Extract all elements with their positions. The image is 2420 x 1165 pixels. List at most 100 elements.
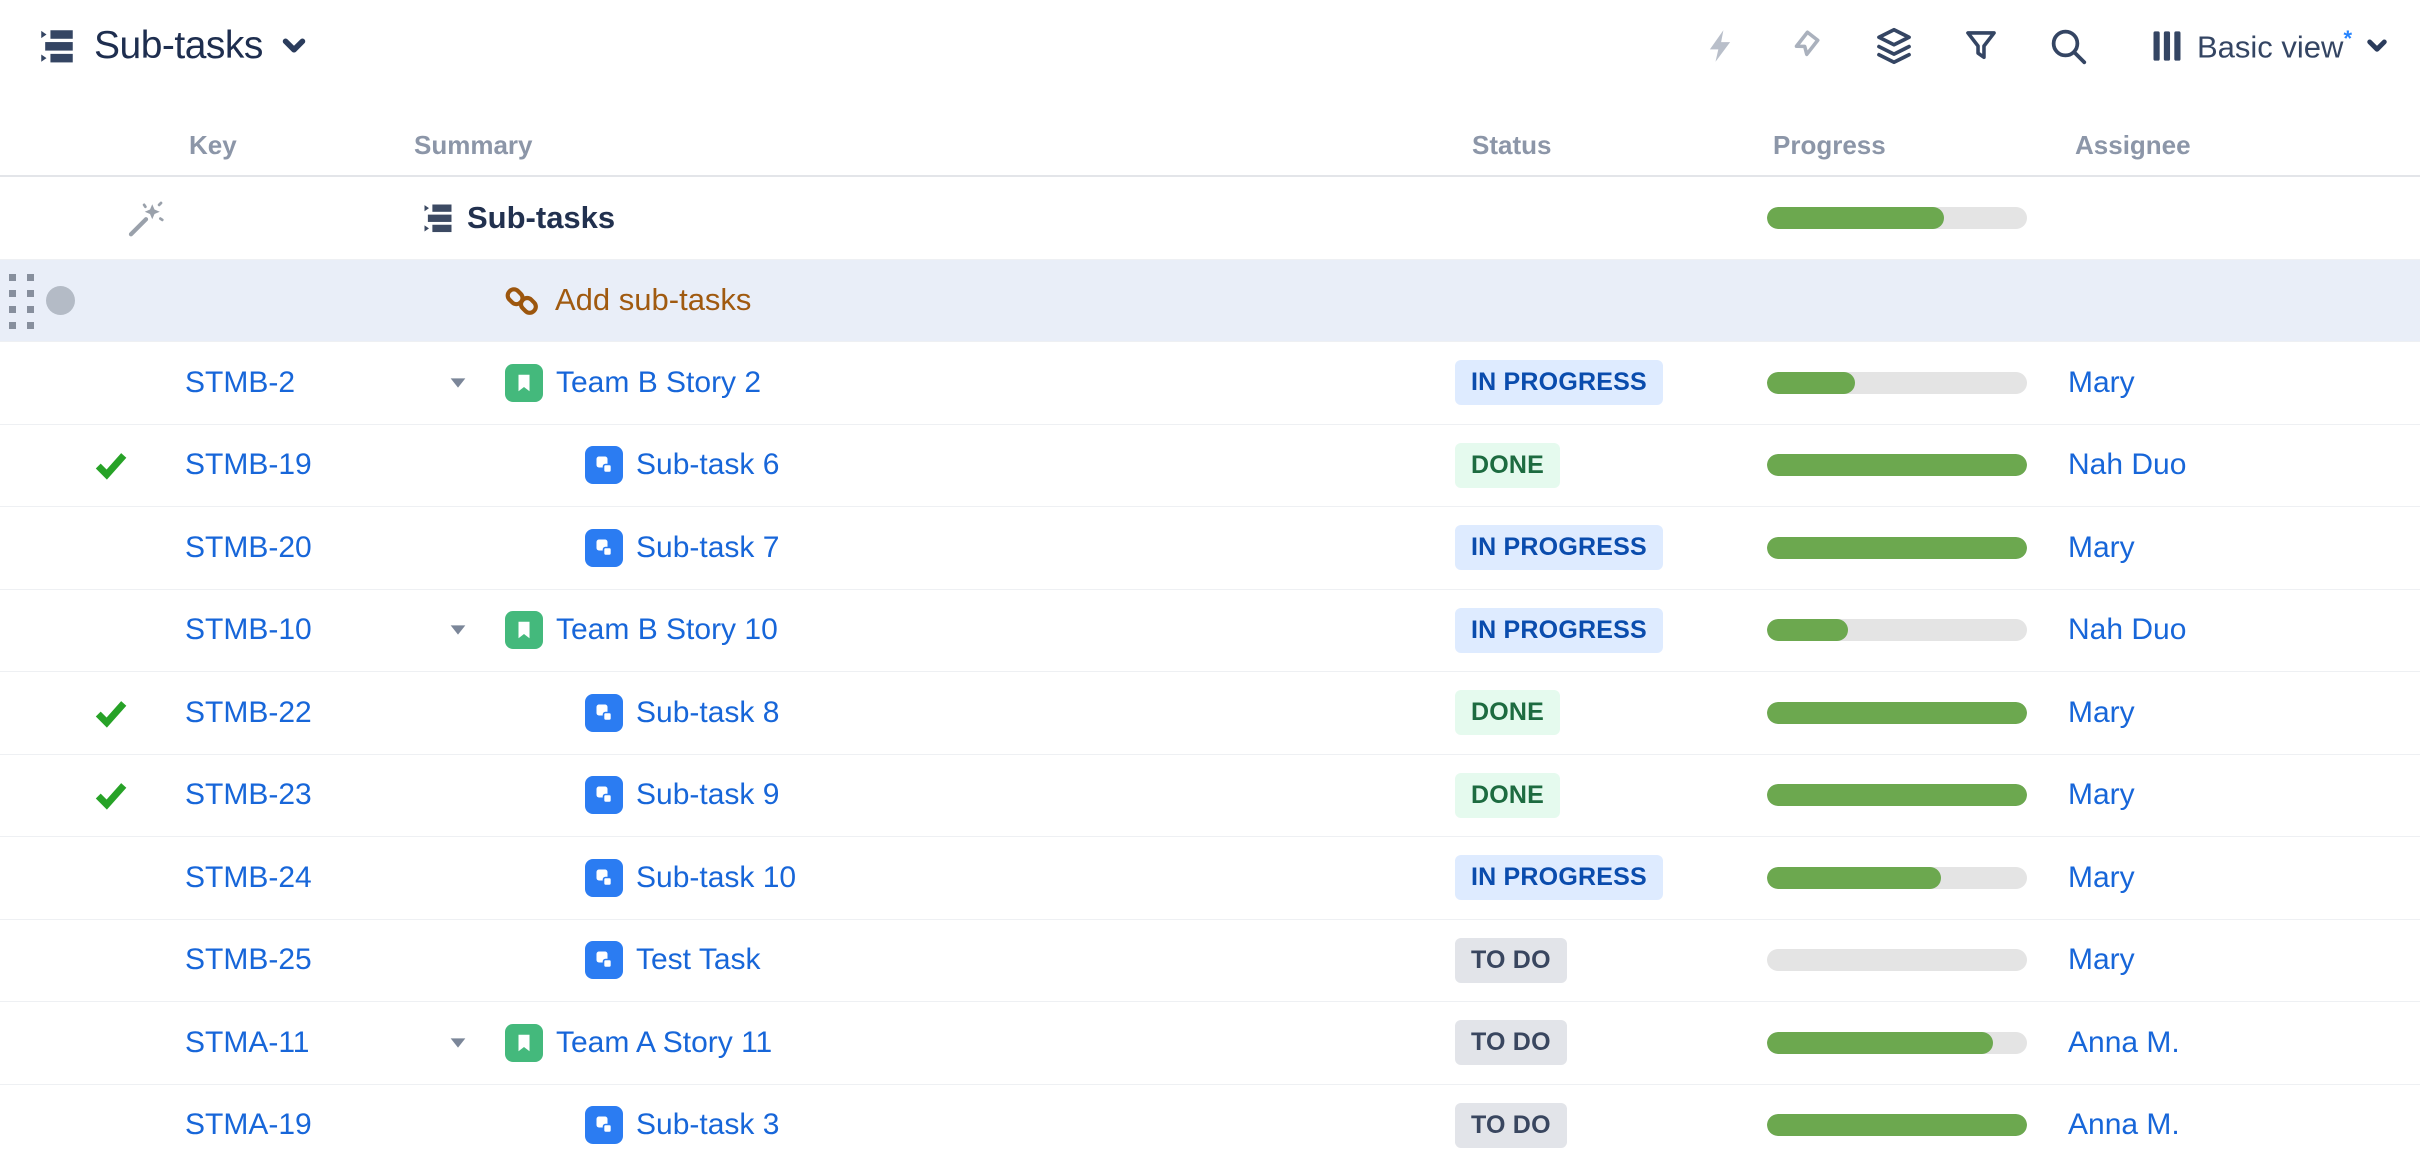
status-badge[interactable]: IN PROGRESS <box>1455 360 1663 405</box>
columns-icon <box>2149 27 2185 65</box>
view-selector[interactable]: Basic view* <box>2149 26 2390 65</box>
issue-key-link[interactable]: STMB-20 <box>185 531 312 565</box>
drag-handle[interactable] <box>9 274 34 329</box>
column-header-summary[interactable]: Summary <box>414 130 1455 161</box>
status-badge[interactable]: DONE <box>1455 690 1560 735</box>
subtask-icon <box>585 1106 623 1144</box>
issue-key-link[interactable]: STMA-11 <box>185 1026 309 1060</box>
story-icon <box>505 1024 543 1062</box>
issue-summary-link[interactable]: Sub-task 10 <box>636 861 796 895</box>
pin-icon <box>1788 26 1826 66</box>
add-subtasks-link[interactable]: Add sub-tasks <box>555 282 751 318</box>
status-badge[interactable]: IN PROGRESS <box>1455 608 1663 653</box>
progress-bar <box>1767 619 2027 641</box>
collapse-chevron-icon[interactable] <box>438 1023 478 1063</box>
assignee-link[interactable]: Mary <box>2068 861 2135 895</box>
issue-summary-link[interactable]: Team A Story 11 <box>556 1026 772 1060</box>
top-bar: Sub-tasks <box>0 0 2420 76</box>
done-check-icon <box>93 448 129 482</box>
chevron-down-icon <box>279 31 309 61</box>
collapse-chevron-icon[interactable] <box>438 363 478 403</box>
subtask-icon <box>585 446 623 484</box>
column-header-assignee[interactable]: Assignee <box>2060 130 2420 161</box>
assignee-link[interactable]: Anna M. <box>2068 1108 2180 1142</box>
status-badge[interactable]: IN PROGRESS <box>1455 855 1663 900</box>
pin-button[interactable] <box>1787 26 1827 66</box>
issue-summary-link[interactable]: Test Task <box>636 943 761 977</box>
progress-bar <box>1767 372 2027 394</box>
assignee-link[interactable]: Mary <box>2068 531 2135 565</box>
story-icon <box>505 364 543 402</box>
issue-key-link[interactable]: STMB-25 <box>185 943 312 977</box>
progress-bar <box>1767 702 2027 724</box>
issue-summary-link[interactable]: Sub-task 9 <box>636 778 779 812</box>
assignee-link[interactable]: Mary <box>2068 943 2135 977</box>
story-icon <box>505 611 543 649</box>
status-badge[interactable]: DONE <box>1455 443 1560 488</box>
link-icon <box>505 282 542 319</box>
row-selector-dot[interactable] <box>46 286 75 315</box>
assignee-link[interactable]: Mary <box>2068 696 2135 730</box>
progress-bar <box>1767 454 2027 476</box>
issue-summary-link[interactable]: Team B Story 2 <box>556 366 761 400</box>
assignee-link[interactable]: Mary <box>2068 366 2135 400</box>
progress-bar <box>1767 1032 2027 1054</box>
issue-key-link[interactable]: STMB-24 <box>185 861 312 895</box>
status-badge[interactable]: IN PROGRESS <box>1455 525 1663 570</box>
issue-summary-link[interactable]: Sub-task 8 <box>636 696 779 730</box>
column-header-progress[interactable]: Progress <box>1767 130 2060 161</box>
issue-summary-link[interactable]: Sub-task 7 <box>636 531 779 565</box>
status-badge[interactable]: DONE <box>1455 773 1560 818</box>
subtask-icon <box>585 859 623 897</box>
table-row-issue: STMB-25 Test Task TO DO Mary <box>0 920 2420 1003</box>
search-icon <box>2048 26 2088 66</box>
subtask-icon <box>585 694 623 732</box>
table-row-issue: STMA-19 Sub-task 3 TO DO Anna M. <box>0 1085 2420 1165</box>
status-badge[interactable]: TO DO <box>1455 1103 1567 1148</box>
structure-icon <box>420 200 456 236</box>
progress-bar <box>1767 867 2027 889</box>
column-header-key[interactable]: Key <box>185 130 414 161</box>
layers-button[interactable] <box>1874 26 1914 66</box>
page-title: Sub-tasks <box>94 24 263 68</box>
issue-summary-link[interactable]: Sub-task 3 <box>636 1108 779 1142</box>
table-row-add-subtasks: Add sub-tasks <box>0 260 2420 343</box>
magic-wand-icon[interactable] <box>126 198 166 238</box>
toolbar: Basic view* <box>1700 26 2390 66</box>
structure-icon <box>36 25 78 67</box>
progress-bar <box>1767 784 2027 806</box>
assignee-link[interactable]: Nah Duo <box>2068 613 2186 647</box>
table-row-issue: STMB-20 Sub-task 7 IN PROGRESS Mary <box>0 507 2420 590</box>
status-badge[interactable]: TO DO <box>1455 1020 1567 1065</box>
search-button[interactable] <box>2048 26 2088 66</box>
done-check-icon <box>93 778 129 812</box>
assignee-link[interactable]: Nah Duo <box>2068 448 2186 482</box>
collapse-chevron-icon[interactable] <box>438 610 478 650</box>
table-row-issue: STMB-22 Sub-task 8 DONE Mary <box>0 672 2420 755</box>
issue-key-link[interactable]: STMA-19 <box>185 1108 312 1142</box>
assignee-link[interactable]: Anna M. <box>2068 1026 2180 1060</box>
table-row-group: Sub-tasks <box>0 177 2420 260</box>
view-label: Basic view* <box>2197 26 2352 65</box>
structure-title-dropdown[interactable]: Sub-tasks <box>36 24 309 68</box>
table-row-issue: STMB-23 Sub-task 9 DONE Mary <box>0 755 2420 838</box>
automation-button[interactable] <box>1700 26 1740 66</box>
progress-bar <box>1767 1114 2027 1136</box>
table-row-issue: STMB-24 Sub-task 10 IN PROGRESS Mary <box>0 837 2420 920</box>
issue-summary-link[interactable]: Sub-task 6 <box>636 448 779 482</box>
progress-bar <box>1767 537 2027 559</box>
issue-key-link[interactable]: STMB-19 <box>185 448 312 482</box>
issue-key-link[interactable]: STMB-22 <box>185 696 312 730</box>
assignee-link[interactable]: Mary <box>2068 778 2135 812</box>
column-header-status[interactable]: Status <box>1455 130 1767 161</box>
table-row-issue: STMB-19 Sub-task 6 DONE Nah Duo <box>0 425 2420 508</box>
issue-key-link[interactable]: STMB-23 <box>185 778 312 812</box>
issue-key-link[interactable]: STMB-2 <box>185 366 295 400</box>
status-badge[interactable]: TO DO <box>1455 938 1567 983</box>
lightning-icon <box>1702 26 1738 66</box>
subtask-icon <box>585 941 623 979</box>
subtask-icon <box>585 529 623 567</box>
issue-key-link[interactable]: STMB-10 <box>185 613 312 647</box>
issue-summary-link[interactable]: Team B Story 10 <box>556 613 778 647</box>
filter-button[interactable] <box>1961 26 2001 66</box>
